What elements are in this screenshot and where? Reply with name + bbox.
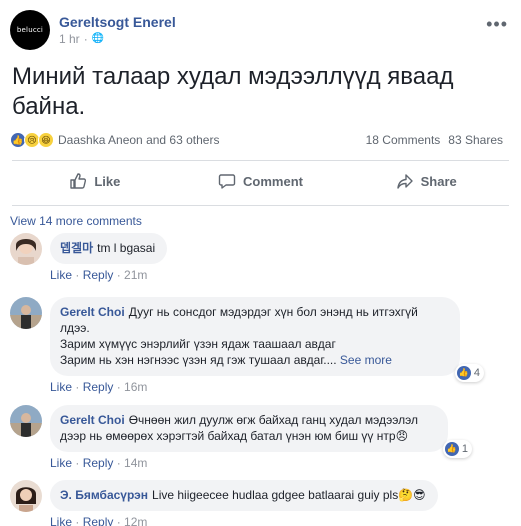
comment-author[interactable]: Gerelt Choi	[60, 413, 125, 427]
angry-emoji-icon: 😠	[395, 429, 409, 443]
comment-like-badge[interactable]: 👍 1	[442, 440, 472, 458]
thumbs-up-icon	[70, 173, 87, 189]
avatar[interactable]	[10, 480, 42, 512]
comment: Э. Бямбасүрэн Live hiigeecee hudlaa gdgee…	[10, 480, 438, 526]
comment-reply-link[interactable]: Reply	[83, 456, 114, 470]
avatar-logo-text: belucci	[16, 26, 44, 34]
comment-like-link[interactable]: Like	[50, 515, 72, 526]
comment-button[interactable]: Comment	[178, 164, 344, 198]
comment: 뎁겔마 tm l bgasai Like · Reply · 21m	[10, 233, 168, 282]
comment-actions: Like · Reply · 14m	[50, 456, 148, 470]
user-photo-icon	[10, 480, 42, 512]
comment-reply-link[interactable]: Reply	[83, 515, 114, 526]
comment-author[interactable]: Gerelt Choi	[60, 305, 125, 319]
post-header: belucci Gereltsogt Enerel 1 hr · 🌐	[10, 10, 176, 50]
share-arrow-icon	[396, 174, 413, 189]
comment-text: Өчнөөн жил дуулж өгж байхад ганц худал м…	[128, 413, 418, 427]
comment-icon	[218, 174, 236, 189]
like-button-label: Like	[94, 173, 121, 189]
engagement-counts: 18 Comments 83 Shares	[366, 133, 503, 147]
post-text: Миний талаар худал мэдээллүүд яваад байн…	[12, 63, 454, 120]
avatar[interactable]	[10, 233, 42, 265]
like-button[interactable]: Like	[12, 164, 178, 198]
divider	[12, 205, 509, 206]
comment-text: Зарим хүмүүс энэрлийг үзэн ядаж таашаал …	[60, 337, 336, 351]
comment-time[interactable]: 12m	[124, 515, 147, 526]
like-reaction-icon: 👍	[444, 442, 459, 456]
haha-reaction-icon: 😆	[38, 132, 54, 148]
action-bar: Like Comment Share	[12, 164, 509, 198]
comment-like-badge[interactable]: 👍 4	[454, 364, 484, 382]
shares-count[interactable]: 83 Shares	[448, 133, 503, 147]
view-more-comments-link[interactable]: View 14 more comments	[10, 214, 142, 228]
comment-time[interactable]: 14m	[124, 456, 147, 470]
user-photo-icon	[10, 297, 42, 329]
thinking-cool-emoji-icon: 🤔😎	[398, 488, 426, 502]
globe-icon: 🌐	[91, 33, 105, 44]
avatar[interactable]	[10, 297, 42, 329]
divider	[12, 160, 509, 161]
see-more-link[interactable]: See more	[340, 353, 392, 367]
more-options-icon[interactable]: •••	[486, 14, 508, 35]
comment-bubble: Gerelt Choi Өчнөөн жил дуулж өгж байхад г…	[50, 405, 472, 458]
page-name-link[interactable]: Gereltsogt Enerel	[59, 13, 176, 31]
comment: Gerelt Choi Өчнөөн жил дуулж өгж байхад г…	[10, 405, 472, 470]
comment-text: Live hiigeecee hudlaa gdgee batlaarai gu…	[152, 488, 399, 502]
comment-bubble: Э. Бямбасүрэн Live hiigeecee hudlaa gdgee…	[50, 480, 438, 511]
comment-text: дээр нь өмөөрөх хэрэгтэй байхад батал үн…	[60, 429, 396, 443]
comment-like-link[interactable]: Like	[50, 268, 72, 282]
comment-text: Зарим нь хэн нэгнээс үзэн яд гэж тушаал …	[60, 353, 337, 367]
comment-author[interactable]: Э. Бямбасүрэн	[60, 488, 148, 502]
reactions-bar: 👍 😢 😆 Daashka Aneon and 63 others 18 Com…	[10, 130, 503, 150]
comment-bubble: Gerelt Choi Дууг нь сонсдог мэдэрдэг хүн …	[50, 297, 484, 382]
user-photo-icon	[10, 405, 42, 437]
comment-actions: Like · Reply · 16m	[50, 380, 148, 394]
page-avatar[interactable]: belucci	[10, 10, 50, 50]
like-count: 1	[461, 443, 468, 455]
header-text: Gereltsogt Enerel 1 hr · 🌐	[59, 13, 176, 50]
comment-reply-link[interactable]: Reply	[83, 380, 114, 394]
comment-like-link[interactable]: Like	[50, 456, 72, 470]
share-button[interactable]: Share	[343, 164, 509, 198]
share-button-label: Share	[420, 173, 457, 189]
post-time[interactable]: 1 hr	[59, 31, 80, 47]
comment-text: лдээ.	[60, 321, 90, 335]
comment: Gerelt Choi Дууг нь сонсдог мэдэрдэг хүн …	[10, 297, 484, 394]
comment-author[interactable]: 뎁겔마	[60, 241, 93, 255]
comment-text: Дууг нь сонсдог мэдэрдэг хүн бол энэнд н…	[128, 305, 418, 319]
comment-button-label: Comment	[243, 173, 303, 189]
comment-actions: Like · Reply · 12m	[50, 515, 438, 526]
comment-time[interactable]: 16m	[124, 380, 147, 394]
comment-time[interactable]: 21m	[124, 268, 147, 282]
post-meta: 1 hr · 🌐	[59, 31, 105, 47]
comment-like-link[interactable]: Like	[50, 380, 72, 394]
comment-bubble: 뎁겔마 tm l bgasai	[50, 233, 168, 264]
comment-actions: Like · Reply · 21m	[50, 268, 148, 282]
comment-text: tm l bgasai	[97, 241, 156, 255]
like-count: 4	[473, 367, 480, 379]
reactors-text[interactable]: Daashka Aneon and 63 others	[58, 133, 219, 147]
like-reaction-icon: 👍	[456, 366, 471, 380]
user-photo-icon	[10, 233, 42, 265]
comment-reply-link[interactable]: Reply	[83, 268, 114, 282]
avatar[interactable]	[10, 405, 42, 437]
comments-count[interactable]: 18 Comments	[366, 133, 441, 147]
reaction-icons[interactable]: 👍 😢 😆	[10, 132, 54, 148]
